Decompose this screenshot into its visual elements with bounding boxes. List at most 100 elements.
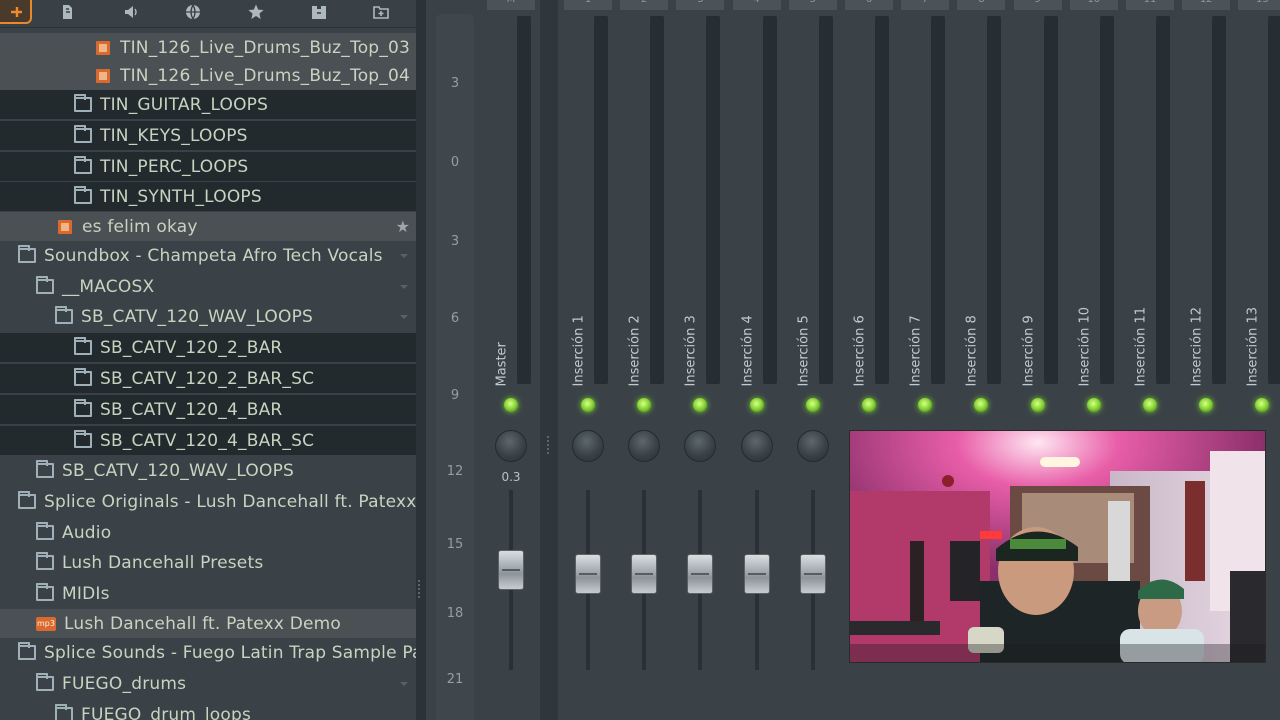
expand-arrow-icon[interactable]	[400, 314, 408, 319]
volume-fader[interactable]	[799, 554, 826, 594]
peak-meter	[875, 16, 889, 384]
channel-enable-led[interactable]	[862, 398, 876, 412]
resize-grip[interactable]	[418, 580, 424, 598]
browser-folder-row[interactable]: FUEGO_drums	[0, 669, 416, 698]
browser-file-row[interactable]: TIN_126_Live_Drums_Buz_Top_03	[0, 33, 416, 62]
channel-name[interactable]: Inserción 13	[1243, 280, 1263, 387]
pan-knob[interactable]	[572, 430, 604, 462]
browser-row-label: Lush Dancehall ft. Patexx Demo	[64, 613, 342, 634]
channel-name-label: Inserción 8	[964, 315, 980, 387]
pan-knob[interactable]	[740, 430, 773, 462]
channel-enable-led[interactable]	[1030, 398, 1045, 412]
browser-file-row[interactable]: mp3 Lush Dancehall ft. Patexx Demo	[0, 609, 416, 638]
master-separator-grip[interactable]	[547, 436, 551, 454]
browser-row-label: Splice Originals - Lush Dancehall ft. Pa…	[44, 491, 416, 512]
star-icon	[248, 4, 264, 19]
channel-enable-led[interactable]	[749, 398, 764, 412]
folder-icon	[36, 522, 54, 540]
meter-scale-tick: 6	[450, 311, 460, 326]
volume-fader[interactable]	[743, 554, 770, 594]
browser-folder-row[interactable]: Soundbox - Champeta Afro Tech Vocals	[0, 241, 416, 270]
browser-folder-row[interactable]: Lush Dancehall Presets	[0, 548, 416, 577]
speaker-button[interactable]	[116, 0, 146, 24]
browser-folder-row[interactable]: __MACOSX	[0, 272, 416, 301]
channel-name[interactable]: Inserción 5	[794, 280, 814, 387]
browser-folder-row[interactable]: Splice Originals - Lush Dancehall ft. Pa…	[0, 487, 416, 516]
channel-name[interactable]: Inserción 4	[738, 280, 758, 386]
channel-number: 5	[803, 0, 823, 5]
master-volume-fader[interactable]	[498, 550, 524, 590]
panel-divider[interactable]	[416, 0, 426, 720]
plugin-button[interactable]	[304, 0, 334, 24]
browser-folder-row[interactable]: Splice Sounds - Fuego Latin Trap Sample …	[0, 638, 416, 667]
pan-knob[interactable]	[628, 430, 661, 462]
add-folder-button[interactable]	[366, 0, 396, 24]
browser-file-row[interactable]: TIN_126_Live_Drums_Buz_Top_04	[0, 61, 416, 90]
folder-icon	[18, 491, 36, 509]
peak-meter	[931, 16, 946, 384]
channel-enable-led[interactable]	[1086, 398, 1101, 412]
channel-number: 2	[634, 0, 654, 5]
browser-folder-row[interactable]: Audio	[0, 518, 416, 547]
globe-button[interactable]	[178, 0, 208, 24]
channel-enable-led[interactable]	[805, 398, 820, 412]
browser-folder-row[interactable]: MIDIs	[0, 579, 416, 608]
volume-fader[interactable]	[631, 554, 658, 594]
browser-row-label: TIN_PERC_LOOPS	[100, 156, 249, 177]
browser-folder-row[interactable]: FUEGO_drum_loops	[0, 700, 416, 720]
browser-row-label: Soundbox - Champeta Afro Tech Vocals	[44, 245, 383, 266]
audio-file-icon	[96, 40, 110, 55]
meter-scale-tick: 3	[450, 234, 460, 249]
browser-folder-row[interactable]: SB_CATV_120_4_BAR_SC	[0, 426, 416, 455]
browser-folder-row[interactable]: SB_CATV_120_4_BAR	[0, 395, 416, 424]
browser-folder-row[interactable]: TIN_SYNTH_LOOPS	[0, 182, 416, 211]
channel-name[interactable]: Inserción 8	[962, 280, 982, 387]
volume-fader[interactable]	[687, 554, 714, 594]
volume-fader[interactable]	[575, 554, 601, 594]
browser-folder-row[interactable]: TIN_GUITAR_LOOPS	[0, 90, 416, 119]
channel-name[interactable]: Inserción 2	[625, 280, 645, 386]
channel-name[interactable]: Inserción 10	[1075, 280, 1095, 387]
channel-enable-led[interactable]	[1143, 398, 1157, 412]
channel-name-label: Inserción 5	[796, 315, 812, 387]
browser-toolbar	[0, 0, 416, 28]
browser-folder-row[interactable]: SB_CATV_120_2_BAR_SC	[0, 364, 416, 393]
channel-name[interactable]: Inserción 9	[1019, 280, 1039, 386]
channel-name[interactable]: Inserción 7	[906, 280, 926, 387]
browser-row-label: FUEGO_drum_loops	[81, 704, 252, 720]
meter-scale-tick: 21	[446, 672, 464, 687]
pan-knob[interactable]	[796, 430, 829, 462]
browser-file-row[interactable]: es felim okay ★	[0, 212, 416, 241]
channel-name[interactable]: Inserción 6	[850, 280, 870, 386]
expand-arrow-icon[interactable]	[400, 284, 408, 289]
star-button[interactable]	[241, 0, 271, 24]
channel-name[interactable]: Inserción 1	[569, 280, 589, 386]
channel-number: 6	[859, 0, 879, 5]
peak-meter	[1268, 16, 1280, 384]
pan-knob[interactable]	[495, 430, 527, 462]
channel-name[interactable]: Inserción 12	[1187, 280, 1207, 387]
channel-enable-led[interactable]	[581, 398, 595, 412]
master-channel-name[interactable]: Master	[492, 280, 512, 386]
peak-meter	[706, 16, 721, 384]
browser-folder-row[interactable]: TIN_PERC_LOOPS	[0, 152, 416, 181]
folder-icon	[36, 276, 54, 294]
channel-enable-led[interactable]	[504, 398, 518, 412]
browser-folder-row[interactable]: SB_CATV_120_WAV_LOOPS	[0, 302, 416, 331]
channel-name[interactable]: Inserción 3	[681, 280, 701, 386]
browser-row-label: SB_CATV_120_2_BAR_SC	[100, 368, 315, 389]
favorite-star-icon[interactable]: ★	[396, 217, 410, 236]
browser-folder-row[interactable]: SB_CATV_120_2_BAR	[0, 333, 416, 362]
channel-name[interactable]: Inserción 11	[1131, 280, 1151, 387]
browser-folder-row[interactable]: TIN_KEYS_LOOPS	[0, 121, 416, 150]
browser-row-label: FUEGO_drums	[62, 673, 187, 694]
peak-meter	[1212, 16, 1227, 384]
browser-folder-row[interactable]: SB_CATV_120_WAV_LOOPS	[0, 456, 416, 485]
channel-number: 3	[690, 0, 710, 5]
folder-icon	[74, 125, 92, 143]
document-button[interactable]	[52, 0, 82, 24]
channel-name-label: Inserción 7	[908, 315, 924, 387]
expand-arrow-icon[interactable]	[400, 253, 408, 258]
browser-back-button[interactable]	[2, 0, 32, 24]
expand-arrow-icon[interactable]	[400, 681, 408, 686]
